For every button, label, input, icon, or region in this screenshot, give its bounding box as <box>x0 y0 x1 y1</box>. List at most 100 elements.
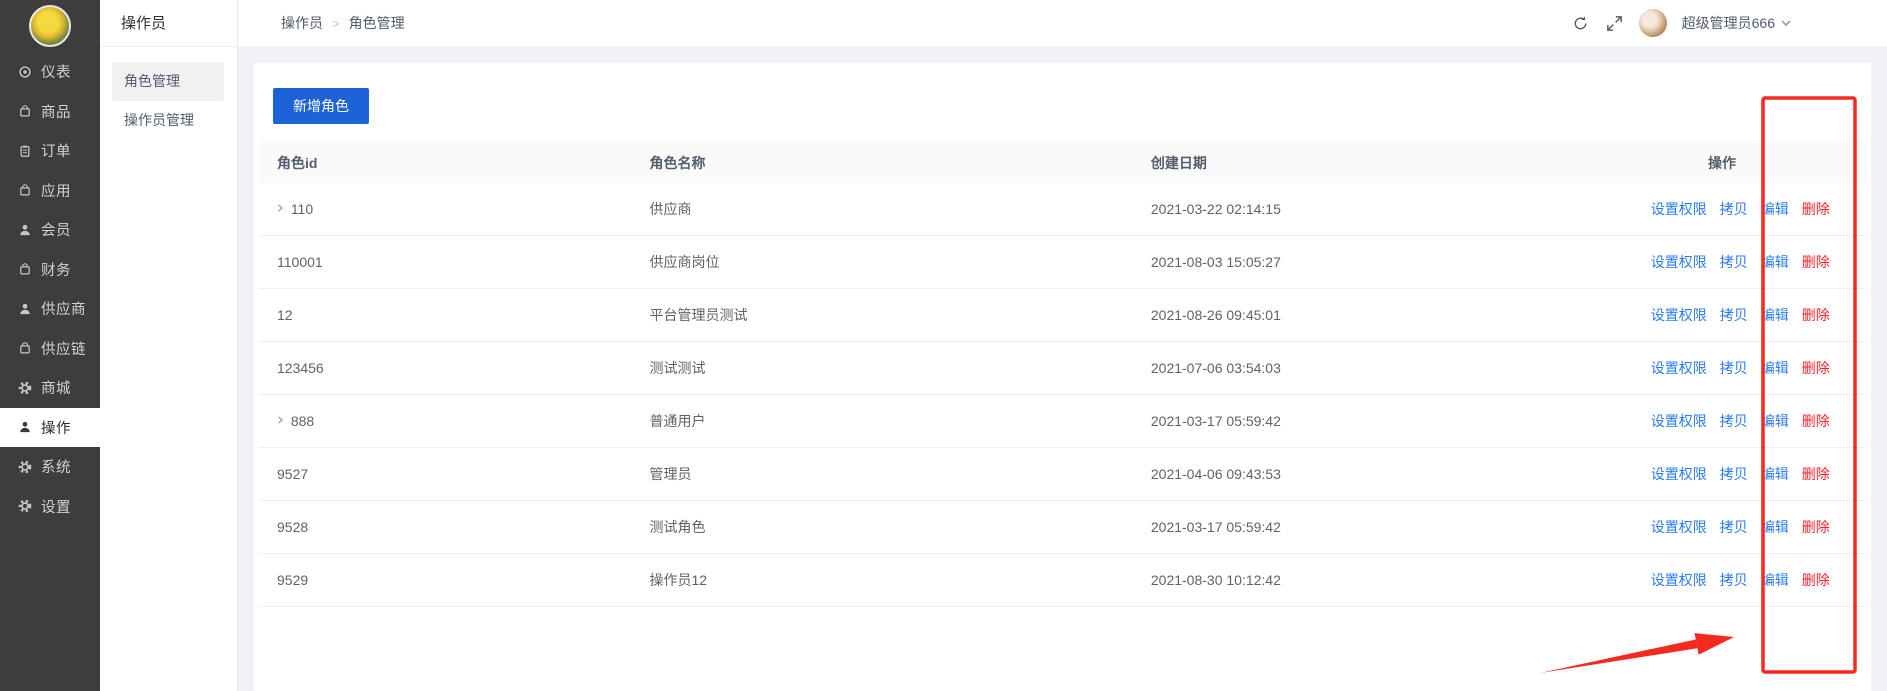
delete-link[interactable]: 删除 <box>1802 360 1830 376</box>
cell-actions: 设置权限拷贝编辑删除 <box>1638 305 1887 325</box>
delete-link[interactable]: 删除 <box>1802 519 1830 535</box>
cell-role-name: 测试测试 <box>650 358 1151 378</box>
app-logo[interactable] <box>29 5 71 47</box>
sidebar-item-label: 设置 <box>41 496 71 517</box>
set-permission-link[interactable]: 设置权限 <box>1651 519 1707 535</box>
sidebar-item-suppliers[interactable]: 供应商 <box>0 289 100 329</box>
sidebar-item-orders[interactable]: 订单 <box>0 131 100 171</box>
user-menu[interactable]: 超级管理员666 <box>1682 13 1791 33</box>
bag-icon <box>18 341 32 355</box>
copy-link[interactable]: 拷贝 <box>1720 201 1748 217</box>
set-permission-link[interactable]: 设置权限 <box>1651 307 1707 323</box>
secondary-menu: 角色管理 操作员管理 <box>100 47 237 140</box>
delete-link[interactable]: 删除 <box>1802 307 1830 323</box>
sidebar-item-supply-chain[interactable]: 供应链 <box>0 329 100 369</box>
add-role-button[interactable]: 新增角色 <box>273 88 369 124</box>
edit-link[interactable]: 编辑 <box>1761 519 1789 535</box>
sidebar-item-goods[interactable]: 商品 <box>0 92 100 132</box>
cell-created-date: 2021-03-22 02:14:15 <box>1151 201 1638 217</box>
user-avatar[interactable] <box>1639 9 1667 37</box>
sidebar-item-label: 操作 <box>41 417 71 438</box>
column-header-role-name: 角色名称 <box>650 153 1151 173</box>
menu-item-operator-management[interactable]: 操作员管理 <box>112 101 224 140</box>
sidebar-item-system[interactable]: 系统 <box>0 447 100 487</box>
fullscreen-icon[interactable] <box>1605 14 1624 33</box>
copy-link[interactable]: 拷贝 <box>1720 413 1748 429</box>
cell-role-name: 平台管理员测试 <box>650 305 1151 325</box>
delete-link[interactable]: 删除 <box>1802 572 1830 588</box>
role-id-value: 9527 <box>277 466 308 482</box>
delete-link[interactable]: 删除 <box>1802 201 1830 217</box>
cell-created-date: 2021-03-17 05:59:42 <box>1151 519 1638 535</box>
main-area: 操作员 > 角色管理 超级管理员666 新增角色 角色id 角色名称 创建日期 … <box>238 0 1887 691</box>
table-row: 123456 测试测试 2021-07-06 03:54:03 设置权限拷贝编辑… <box>259 342 1866 395</box>
set-permission-link[interactable]: 设置权限 <box>1651 360 1707 376</box>
sidebar-item-label: 商品 <box>41 101 71 122</box>
logo-wrap <box>0 0 100 52</box>
sidebar-item-finance[interactable]: 财务 <box>0 250 100 290</box>
menu-item-role-management[interactable]: 角色管理 <box>112 62 224 101</box>
copy-link[interactable]: 拷贝 <box>1720 572 1748 588</box>
set-permission-link[interactable]: 设置权限 <box>1651 254 1707 270</box>
expand-row-icon[interactable]: › <box>277 200 284 217</box>
cell-role-id: › 888 <box>259 413 650 430</box>
copy-link[interactable]: 拷贝 <box>1720 307 1748 323</box>
sidebar-item-label: 订单 <box>41 140 71 161</box>
edit-link[interactable]: 编辑 <box>1761 466 1789 482</box>
copy-link[interactable]: 拷贝 <box>1720 466 1748 482</box>
table-body: › 110 供应商 2021-03-22 02:14:15 设置权限拷贝编辑删除… <box>259 183 1866 607</box>
content-area: 新增角色 角色id 角色名称 创建日期 操作 › 110 供应商 2021-03… <box>238 47 1887 691</box>
sidebar-item-label: 商城 <box>41 377 71 398</box>
column-header-actions: 操作 <box>1638 153 1866 173</box>
refresh-icon[interactable] <box>1571 14 1590 33</box>
table-row: 9527 管理员 2021-04-06 09:43:53 设置权限拷贝编辑删除 <box>259 448 1866 501</box>
edit-link[interactable]: 编辑 <box>1761 307 1789 323</box>
delete-link[interactable]: 删除 <box>1802 254 1830 270</box>
breadcrumb-item-role-management: 角色管理 <box>349 13 405 33</box>
breadcrumb: 操作员 > 角色管理 <box>281 13 405 33</box>
sidebar-item-label: 供应商 <box>41 298 86 319</box>
copy-link[interactable]: 拷贝 <box>1720 519 1748 535</box>
topbar: 操作员 > 角色管理 超级管理员666 <box>238 0 1887 47</box>
sidebar-item-label: 会员 <box>41 219 71 240</box>
cell-role-name: 操作员12 <box>650 570 1151 590</box>
dial-icon <box>18 65 32 79</box>
role-id-value: 9529 <box>277 572 308 588</box>
edit-link[interactable]: 编辑 <box>1761 360 1789 376</box>
edit-link[interactable]: 编辑 <box>1761 572 1789 588</box>
table-row: › 110 供应商 2021-03-22 02:14:15 设置权限拷贝编辑删除 <box>259 183 1866 236</box>
user-name-label: 超级管理员666 <box>1682 13 1775 33</box>
copy-link[interactable]: 拷贝 <box>1720 254 1748 270</box>
table-row: 110001 供应商岗位 2021-08-03 15:05:27 设置权限拷贝编… <box>259 236 1866 289</box>
primary-nav: 仪表 商品 订单 应用 会员 财务 供应商 供应链 商城 操作 系统 <box>0 52 100 526</box>
sidebar-item-members[interactable]: 会员 <box>0 210 100 250</box>
cell-actions: 设置权限拷贝编辑删除 <box>1638 464 1887 484</box>
set-permission-link[interactable]: 设置权限 <box>1651 201 1707 217</box>
edit-link[interactable]: 编辑 <box>1761 254 1789 270</box>
sidebar-item-settings[interactable]: 设置 <box>0 487 100 527</box>
user-icon <box>18 223 32 237</box>
table-row: 9529 操作员12 2021-08-30 10:12:42 设置权限拷贝编辑删… <box>259 554 1866 607</box>
cog-icon <box>18 499 32 513</box>
breadcrumb-item-operators[interactable]: 操作员 <box>281 13 323 33</box>
sidebar-item-dashboard[interactable]: 仪表 <box>0 52 100 92</box>
topbar-right: 超级管理员666 <box>1571 9 1791 37</box>
edit-link[interactable]: 编辑 <box>1761 201 1789 217</box>
cell-role-id: 9529 <box>259 572 650 588</box>
sidebar-item-mall[interactable]: 商城 <box>0 368 100 408</box>
cell-created-date: 2021-08-03 15:05:27 <box>1151 254 1638 270</box>
user-icon <box>18 420 32 434</box>
cell-actions: 设置权限拷贝编辑删除 <box>1638 570 1887 590</box>
copy-link[interactable]: 拷贝 <box>1720 360 1748 376</box>
set-permission-link[interactable]: 设置权限 <box>1651 572 1707 588</box>
delete-link[interactable]: 删除 <box>1802 466 1830 482</box>
set-permission-link[interactable]: 设置权限 <box>1651 413 1707 429</box>
set-permission-link[interactable]: 设置权限 <box>1651 466 1707 482</box>
cell-role-name: 测试角色 <box>650 517 1151 537</box>
sidebar-item-apps[interactable]: 应用 <box>0 171 100 211</box>
bag-icon <box>18 183 32 197</box>
edit-link[interactable]: 编辑 <box>1761 413 1789 429</box>
sidebar-item-operators[interactable]: 操作 <box>0 408 100 448</box>
expand-row-icon[interactable]: › <box>277 412 284 429</box>
delete-link[interactable]: 删除 <box>1802 413 1830 429</box>
